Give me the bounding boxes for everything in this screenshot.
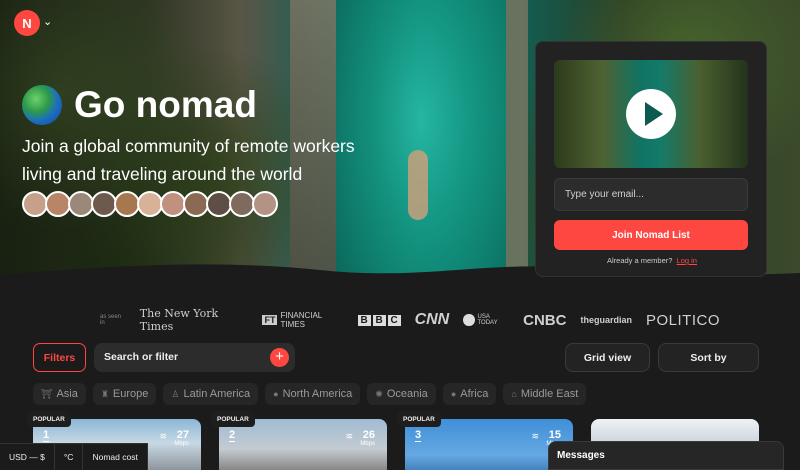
join-nomad-list-button[interactable]: Join Nomad List	[554, 220, 748, 250]
email-field[interactable]	[554, 178, 748, 211]
region-label: North America	[282, 388, 353, 400]
hero-title: Go nomad	[74, 84, 257, 125]
signup-card: Join Nomad List Already a member? Log in	[535, 41, 767, 277]
speed-value: 15	[548, 429, 561, 441]
region-label: Latin America	[183, 388, 251, 400]
popular-badge: POPULAR	[211, 411, 255, 427]
avatar	[252, 191, 278, 217]
speed-value: 27	[176, 429, 189, 441]
globe-icon	[22, 85, 62, 125]
temperature-toggle[interactable]: °C	[55, 443, 84, 470]
region-chip-europe[interactable]: ♜ Europe	[92, 383, 157, 405]
region-chip-oceania[interactable]: ✺ Oceania	[367, 383, 436, 405]
swimmer	[408, 150, 428, 220]
press-logos: as seen in The New York Times FT FINANCIA…	[100, 307, 721, 333]
login-prompt: Already a member? Log in	[536, 256, 768, 265]
hero-subtitle: Join a global community of remote worker…	[22, 136, 355, 184]
bbc-logo: BBC	[357, 314, 401, 326]
play-icon[interactable]	[626, 89, 676, 139]
search-placeholder: Search or filter	[104, 351, 179, 363]
nomad-cost-toggle[interactable]: Nomad cost	[83, 443, 148, 470]
region-filters: ⛩ Asia ♜ Europe ♙ Latin America ● North Amer…	[33, 383, 587, 405]
popular-badge: POPULAR	[397, 411, 441, 427]
globe-americas-icon: ●	[273, 389, 279, 399]
city-rank: 2	[229, 429, 236, 442]
region-label: Europe	[112, 388, 149, 400]
ft-logo: FT FINANCIAL TIMES	[262, 311, 343, 329]
usa-today-logo: USA TODAY	[463, 314, 509, 326]
cnbc-logo: CNBC	[523, 311, 567, 329]
region-chip-north-america[interactable]: ● North America	[265, 383, 361, 405]
currency-selector[interactable]: USD — $	[0, 443, 55, 470]
sort-by-button[interactable]: Sort by	[658, 343, 759, 372]
usa-today-text: USA TODAY	[477, 314, 498, 326]
login-link[interactable]: Log in	[677, 256, 697, 265]
region-chip-africa[interactable]: ● Africa	[442, 383, 497, 405]
region-label: Oceania	[386, 388, 428, 400]
city-rank: 3	[415, 429, 422, 442]
monument-icon: ♙	[171, 388, 180, 399]
as-seen-in-label: as seen in	[100, 314, 122, 326]
logo-letter: N	[22, 15, 32, 31]
filters-button[interactable]: Filters	[33, 343, 86, 372]
wifi-icon: ≋	[345, 431, 353, 441]
internet-speed: 27 Mbps	[174, 429, 189, 447]
messages-panel[interactable]: Messages	[548, 441, 784, 470]
member-avatars	[22, 191, 278, 217]
hero-title-row: Go nomad	[22, 84, 257, 126]
temple-icon: ⛩	[41, 388, 53, 399]
plus-icon[interactable]: +	[270, 348, 289, 367]
wifi-icon: ≋	[159, 431, 167, 441]
region-chip-asia[interactable]: ⛩ Asia	[33, 383, 86, 405]
member-text: Already a member?	[607, 256, 673, 265]
cnn-logo: CNN	[414, 311, 450, 328]
speed-value: 26	[362, 429, 375, 441]
region-label: Middle East	[520, 388, 579, 400]
beach-icon: ✺	[375, 388, 383, 399]
globe-africa-icon: ●	[450, 389, 457, 399]
internet-speed: 26 Mbps	[360, 429, 375, 447]
chevron-down-icon[interactable]: ⌄	[43, 15, 52, 28]
speed-unit: Mbps	[174, 441, 189, 447]
popular-badge: POPULAR	[27, 411, 71, 427]
politico-logo: POLITICO	[646, 311, 721, 329]
nyt-logo: The New York Times	[139, 307, 219, 333]
settings-bar: USD — $ °C Nomad cost	[0, 443, 148, 470]
region-chip-latin-america[interactable]: ♙ Latin America	[163, 383, 259, 405]
intro-video-thumbnail[interactable]	[554, 60, 748, 168]
city-rank: 1	[43, 429, 50, 442]
castle-icon: ♜	[100, 388, 109, 399]
mosque-icon: ⌂	[511, 389, 517, 399]
ft-logo-text: FINANCIAL TIMES	[280, 311, 322, 329]
nomad-list-logo[interactable]: N	[14, 10, 40, 36]
guardian-logo: theguardian	[580, 315, 632, 325]
wifi-icon: ≋	[531, 431, 539, 441]
search-input[interactable]: Search or filter +	[94, 343, 295, 372]
region-chip-middle-east[interactable]: ⌂ Middle East	[503, 383, 587, 405]
grid-view-button[interactable]: Grid view	[565, 343, 650, 372]
speed-unit: Mbps	[360, 441, 375, 447]
region-label: Asia	[56, 388, 78, 400]
region-label: Africa	[460, 388, 489, 400]
